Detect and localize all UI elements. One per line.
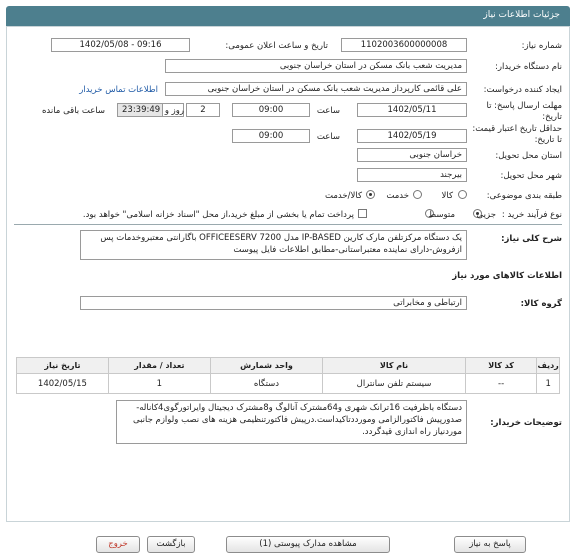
reply-deadline-label: مهلت ارسال پاسخ: تا تاریخ:	[486, 101, 562, 122]
category-radio-goods[interactable]	[458, 190, 467, 199]
creator-label: ایجاد کننده درخواست:	[483, 85, 562, 95]
city-label: شهر محل تحویل:	[500, 171, 562, 181]
buyer-org-field: مدیریت شعب بانک مسکن در استان خراسان جنو…	[165, 59, 467, 73]
province-label: استان محل تحویل:	[495, 151, 562, 161]
treasury-payment-checkbox[interactable]	[358, 209, 367, 218]
process-option-minor: جزیی	[476, 210, 496, 220]
category-radio-service[interactable]	[413, 190, 422, 199]
reply-date-field: 1402/05/11	[357, 103, 467, 117]
category-label: طبقه بندی موضوعی:	[486, 191, 562, 201]
goods-group-label: گروه کالا:	[520, 299, 562, 309]
goods-table-header: ردیف کد کالا نام کالا واحد شمارش تعداد /…	[16, 357, 560, 374]
need-number-field: 1102003600000008	[341, 38, 467, 52]
reply-time-field: 09:00	[232, 103, 310, 117]
days-field: 2	[186, 103, 220, 117]
description-label: شرح کلی نیاز:	[501, 234, 562, 244]
announce-field: 1402/05/08 - 09:16	[51, 38, 190, 52]
cell-date: 1402/05/15	[16, 373, 109, 394]
days-label: روز و	[164, 106, 184, 116]
category-radio-goods-service[interactable]	[366, 190, 375, 199]
col-unit: واحد شمارش	[209, 357, 324, 374]
col-code: کد کالا	[464, 357, 538, 374]
exit-button[interactable]: خروج	[96, 536, 140, 553]
announce-label: تاریخ و ساعت اعلان عمومی:	[225, 41, 328, 51]
city-field: بیرجند	[357, 168, 467, 182]
process-option-medium: متوسط	[428, 210, 455, 220]
remaining-label: ساعت باقی مانده	[41, 106, 105, 116]
header-bar: جزئیات اطلاعات نیاز	[6, 6, 570, 26]
category-option-goods-service: کالا/خدمت	[325, 191, 362, 201]
category-option-goods: کالا	[441, 191, 453, 201]
validity-date-field: 1402/05/19	[357, 129, 467, 143]
description-field: یک دستگاه مرکزتلفن مارک کارین IP-BASED م…	[80, 230, 467, 260]
goods-group-field: ارتباطی و مخابراتی	[80, 296, 467, 310]
view-attachments-button[interactable]: مشاهده مدارک پیوستی (1)	[226, 536, 390, 553]
buyer-notes-field: دستگاه باظرفیت 16ترانک شهری و64مشترک آنا…	[116, 400, 467, 444]
validity-label: حداقل تاریخ اعتبار قیمت: تا تاریخ:	[472, 124, 562, 145]
divider	[14, 224, 562, 225]
buyer-org-label: نام دستگاه خریدار:	[495, 62, 562, 72]
cell-row: 1	[536, 373, 560, 394]
validity-time-label: ساعت	[316, 132, 340, 142]
category-option-service: خدمت	[386, 191, 409, 201]
reply-time-label: ساعت	[316, 106, 340, 116]
payment-note: پرداخت تمام یا بخشی از مبلغ خرید،از محل …	[82, 210, 354, 220]
process-label: نوع فرآیند خرید :	[501, 210, 562, 220]
goods-table: ردیف کد کالا نام کالا واحد شمارش تعداد /…	[16, 357, 560, 394]
cell-name: سیستم تلفن سانترال	[322, 373, 466, 394]
reply-button[interactable]: پاسخ به نیاز	[454, 536, 526, 553]
page-title: جزئیات اطلاعات نیاز	[483, 10, 560, 20]
col-qty: تعداد / مقدار	[107, 357, 211, 374]
cell-code: --	[464, 373, 538, 394]
remaining-time-field: 23:39:49	[117, 103, 163, 117]
need-number-label: شماره نیاز:	[521, 41, 562, 51]
col-row: ردیف	[536, 357, 560, 374]
back-button[interactable]: بازگشت	[147, 536, 195, 553]
creator-field: علی قائمی کارپرداز مدیریت شعب بانک مسکن …	[165, 82, 467, 96]
col-name: نام کالا	[322, 357, 466, 374]
validity-time-field: 09:00	[232, 129, 310, 143]
cell-qty: 1	[107, 373, 211, 394]
contact-buyer-link[interactable]: اطلاعات تماس خریدار	[79, 85, 158, 95]
province-field: خراسان جنوبی	[357, 148, 467, 162]
col-date: تاریخ نیاز	[16, 357, 109, 374]
buyer-notes-label: توضیحات خریدار:	[490, 418, 562, 428]
cell-unit: دستگاه	[209, 373, 324, 394]
goods-section-title: اطلاعات کالاهای مورد نیاز	[452, 271, 562, 281]
table-row: 1 -- سیستم تلفن سانترال دستگاه 1 1402/05…	[16, 373, 560, 394]
